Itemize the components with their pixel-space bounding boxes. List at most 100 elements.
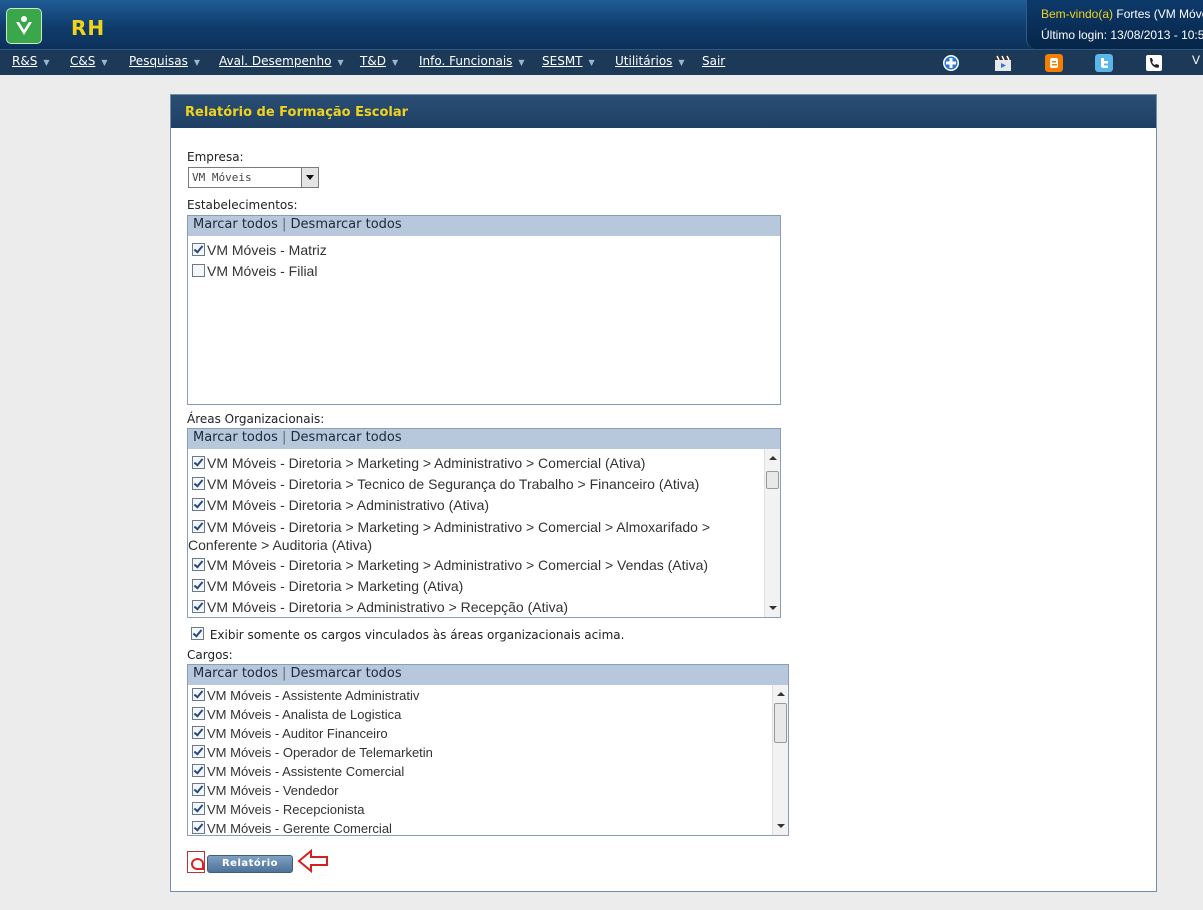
menu-item-aval-desempenho[interactable]: Aval. Desempenho ▼ [219, 54, 344, 68]
menu-item-cs[interactable]: C&S ▼ [70, 54, 108, 68]
welcome-user: Fortes (VM Móve [1116, 7, 1203, 21]
list-item[interactable]: VM Móveis - Diretoria > Tecnico de Segur… [192, 476, 699, 492]
checkbox[interactable] [192, 520, 205, 533]
menu-label: Pesquisas [129, 54, 188, 68]
checkbox[interactable] [192, 745, 205, 758]
exibir-option[interactable]: Exibir somente os cargos vinculados às á… [191, 627, 624, 642]
dropdown-arrow-icon: ▼ [193, 58, 201, 67]
checkbox[interactable] [192, 821, 205, 834]
checkbox[interactable] [192, 456, 205, 469]
checkbox[interactable] [192, 688, 205, 701]
scrollbar[interactable] [772, 685, 788, 835]
list-item[interactable]: VM Móveis - Diretoria > Marketing > Admi… [188, 518, 748, 554]
list-item-label: VM Móveis - Diretoria > Marketing (Ativa… [207, 578, 464, 594]
empresa-select[interactable]: VM Móveis [188, 167, 319, 188]
list-item[interactable]: VM Móveis - Auditor Financeiro [192, 726, 388, 741]
dropdown-arrow-icon: ▼ [337, 58, 344, 67]
chevron-down-icon[interactable] [301, 168, 318, 187]
list-item[interactable]: VM Móveis - Matriz [192, 242, 327, 258]
checkbox[interactable] [192, 707, 205, 720]
marcar-todos-link[interactable]: Marcar todos [193, 217, 278, 232]
dropdown-arrow-icon: ▼ [101, 58, 108, 67]
checkbox[interactable] [192, 558, 205, 571]
menu-item-rs[interactable]: R&S ▼ [12, 54, 49, 68]
list-item-label: VM Móveis - Recepcionista [207, 802, 365, 817]
scroll-up-icon[interactable] [765, 451, 780, 465]
scroll-up-icon[interactable] [773, 687, 788, 701]
checkbox[interactable] [192, 498, 205, 511]
list-item[interactable]: VM Móveis - Diretoria > Marketing (Ativa… [192, 578, 463, 594]
dropdown-arrow-icon: ▼ [391, 58, 399, 67]
help-plus-icon[interactable] [942, 54, 960, 72]
user-panel: Bem-vindo(a) Fortes (VM Móve Último logi… [1026, 0, 1203, 49]
scroll-down-icon[interactable] [765, 601, 780, 615]
panel-title-bar: Relatório de Formação Escolar [171, 95, 1156, 128]
list-item[interactable]: VM Móveis - Diretoria > Marketing > Admi… [192, 557, 708, 573]
menu-label: Sair [702, 54, 726, 68]
menu-item-pesquisas[interactable]: Pesquisas ▼ [129, 54, 200, 68]
page-title: Relatório de Formação Escolar [185, 105, 409, 120]
twitter-icon[interactable] [1095, 54, 1113, 72]
list-item-label: VM Móveis - Diretoria > Tecnico de Segur… [207, 476, 700, 492]
list-item[interactable]: VM Móveis - Recepcionista [192, 802, 365, 817]
video-clapper-icon[interactable] [994, 54, 1012, 72]
list-item[interactable]: VM Móveis - Assistente Comercial [192, 764, 404, 779]
list-item[interactable]: VM Móveis - Operador de Telemarketin [192, 745, 433, 760]
list-item[interactable]: VM Móveis - Diretoria > Administrativo (… [192, 497, 489, 513]
menu-item-sesmt[interactable]: SESMT ▼ [542, 54, 595, 68]
checkbox[interactable] [192, 477, 205, 490]
list-item-label: VM Móveis - Diretoria > Marketing > Admi… [207, 557, 709, 573]
list-header: Marcar todos | Desmarcar todos [188, 429, 780, 449]
list-item[interactable]: VM Móveis - Diretoria > Administrativo >… [192, 599, 568, 615]
list-header-actions: Marcar todos | Desmarcar todos [193, 217, 402, 232]
app-logo-icon[interactable] [6, 8, 42, 44]
scroll-thumb[interactable] [766, 471, 779, 489]
list-item-label: VM Móveis - Gerente Comercial [207, 821, 392, 836]
checkbox[interactable] [192, 264, 205, 277]
checkbox[interactable] [192, 579, 205, 592]
checkbox[interactable] [192, 600, 205, 613]
list-item-label: VM Móveis - Assistente Administrativ [207, 688, 420, 703]
checkbox[interactable] [192, 243, 205, 256]
marcar-todos-link[interactable]: Marcar todos [193, 666, 278, 681]
menu-label: C&S [70, 54, 96, 68]
menu-item-info-funcionais[interactable]: Info. Funcionais ▼ [419, 54, 525, 68]
list-item[interactable]: VM Móveis - Vendedor [192, 783, 339, 798]
list-item[interactable]: VM Móveis - Gerente Comercial [192, 821, 392, 836]
areas-list: Marcar todos | Desmarcar todos VM Móveis… [187, 428, 781, 618]
checkbox[interactable] [192, 783, 205, 796]
menu-item-sair[interactable]: Sair [702, 54, 725, 68]
scroll-down-icon[interactable] [773, 819, 788, 833]
desmarcar-todos-link[interactable]: Desmarcar todos [291, 666, 402, 681]
exibir-checkbox[interactable] [191, 627, 204, 640]
phone-icon[interactable] [1145, 54, 1163, 72]
last-login-text: Último login: 13/08/2013 - 10:5 [1041, 28, 1203, 42]
separator: | [282, 217, 287, 232]
app-title: RH [71, 16, 106, 40]
blogger-icon[interactable] [1045, 54, 1063, 72]
list-item[interactable]: VM Móveis - Diretoria > Marketing > Admi… [192, 455, 645, 471]
desmarcar-todos-link[interactable]: Desmarcar todos [291, 217, 402, 232]
checkbox[interactable] [192, 726, 205, 739]
pdf-icon[interactable] [187, 851, 205, 873]
menu-label: Aval. Desempenho [219, 54, 332, 68]
list-item[interactable]: VM Móveis - Filial [192, 263, 317, 279]
dropdown-arrow-icon: ▼ [588, 58, 595, 67]
desmarcar-todos-link[interactable]: Desmarcar todos [291, 430, 402, 445]
menu-item-utilitarios[interactable]: Utilitários ▼ [615, 54, 685, 68]
app-header: RH Bem-vindo(a) Fortes (VM Móve Último l… [0, 0, 1203, 49]
menu-label: Utilitários [615, 54, 673, 68]
list-item-label: VM Móveis - Analista de Logistica [207, 707, 402, 722]
checkbox[interactable] [192, 802, 205, 815]
menu-trailing-text: V [1192, 53, 1201, 67]
list-item-label: VM Móveis - Diretoria > Administrativo (… [207, 497, 490, 513]
checkbox[interactable] [192, 764, 205, 777]
list-item[interactable]: VM Móveis - Analista de Logistica [192, 707, 401, 722]
scrollbar[interactable] [764, 449, 780, 617]
menu-label: R&S [12, 54, 38, 68]
menu-item-td[interactable]: T&D ▼ [360, 54, 398, 68]
scroll-thumb[interactable] [774, 703, 787, 743]
list-item[interactable]: VM Móveis - Assistente Administrativ [192, 688, 419, 703]
relatorio-button[interactable]: Relatório [207, 855, 293, 873]
marcar-todos-link[interactable]: Marcar todos [193, 430, 278, 445]
